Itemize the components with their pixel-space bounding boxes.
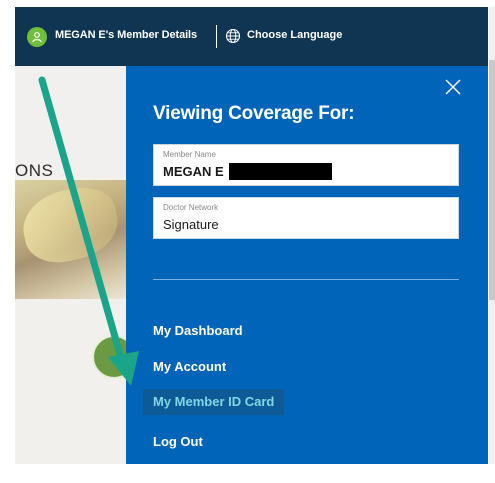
user-icon[interactable] (27, 27, 47, 47)
background-lower-area (15, 299, 126, 464)
member-details-link[interactable]: MEGAN E's Member Details (55, 29, 197, 41)
nav-item-log-out[interactable]: Log Out (153, 434, 203, 449)
doctor-network-field[interactable]: Doctor Network Signature (153, 197, 459, 239)
member-name-label: Member Name (163, 150, 216, 159)
menu-divider (153, 279, 459, 280)
member-name-field[interactable]: Member Name MEGAN E (153, 144, 459, 186)
image-highlight (16, 180, 125, 270)
background-food-image (15, 180, 126, 299)
top-bar: MEGAN E's Member Details Choose Language (15, 7, 488, 66)
globe-icon[interactable] (225, 28, 241, 44)
divider (216, 25, 217, 48)
nav-item-my-account[interactable]: My Account (153, 359, 226, 374)
app-screen: MEGAN E's Member Details Choose Language… (15, 7, 488, 464)
nav-item-my-dashboard[interactable]: My Dashboard (153, 323, 243, 338)
background-heading: ONS (15, 161, 54, 180)
coverage-title: Viewing Coverage For: (153, 103, 355, 124)
scrollbar-thumb[interactable] (489, 60, 495, 300)
choose-language-link[interactable]: Choose Language (247, 29, 342, 41)
nav-item-my-member-id-card[interactable]: My Member ID Card (143, 389, 285, 415)
redaction-box (229, 163, 332, 180)
member-name-value: MEGAN E (163, 164, 224, 179)
close-icon[interactable] (443, 77, 463, 97)
doctor-network-label: Doctor Network (163, 203, 219, 212)
doctor-network-value: Signature (163, 217, 219, 232)
background-page: ONS (15, 66, 136, 464)
coverage-menu-panel: Viewing Coverage For: Member Name MEGAN … (126, 66, 488, 464)
